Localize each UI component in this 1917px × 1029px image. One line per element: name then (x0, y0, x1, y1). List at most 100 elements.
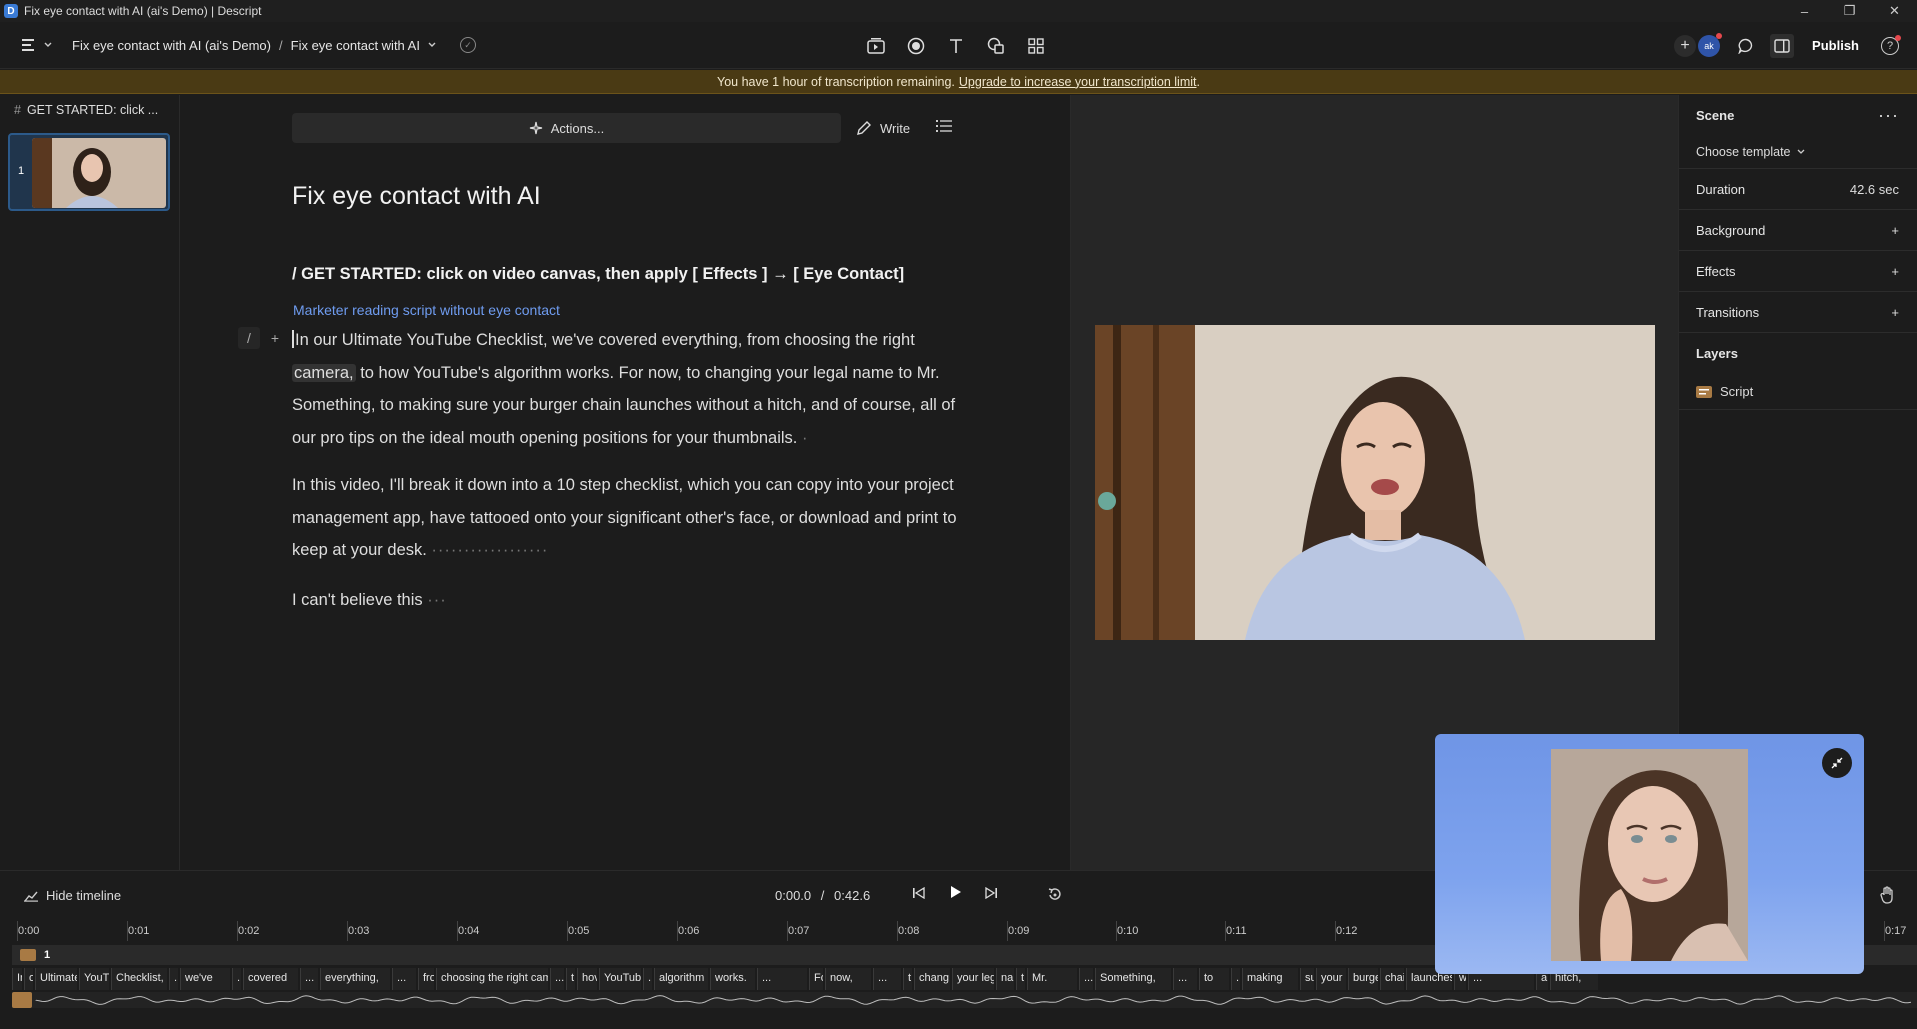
maximize-button[interactable]: ❐ (1827, 0, 1872, 22)
timeline-word[interactable]: burge (1348, 968, 1378, 990)
timeline-word[interactable]: everything, (320, 968, 390, 990)
timeline-word[interactable]: .. (169, 968, 178, 990)
transcript-text[interactable]: I can't believe this (292, 591, 423, 609)
timeline-word[interactable]: we've (180, 968, 230, 990)
word[interactable]: In (295, 331, 309, 349)
more-options-icon[interactable]: ··· (1878, 105, 1899, 126)
chevron-down-icon[interactable] (428, 42, 436, 48)
transcript-paragraph[interactable]: I can't believe this ··· (292, 584, 972, 617)
background-row[interactable]: Background + (1679, 210, 1917, 251)
timeline-word[interactable]: ... (1173, 968, 1197, 990)
timeline-word[interactable]: ... (300, 968, 318, 990)
text-tool-icon[interactable] (946, 36, 966, 56)
timeline-word[interactable]: Ultimate (35, 968, 77, 990)
gap-marker[interactable]: ·················· (431, 541, 548, 559)
timeline-word[interactable]: now, (825, 968, 871, 990)
duration-value[interactable]: 42.6 sec (1850, 182, 1899, 197)
document-title[interactable]: Fix eye contact with AI (292, 182, 541, 211)
skip-back-icon[interactable] (912, 886, 926, 902)
timeline-word[interactable]: chang (914, 968, 950, 990)
transcript-text[interactable]: In this video, I'll break it down into a… (292, 476, 957, 559)
layer-script[interactable]: Script (1679, 374, 1917, 410)
timeline-word[interactable]: YouTube' (599, 968, 641, 990)
skip-forward-icon[interactable] (984, 886, 998, 902)
timeline-word[interactable]: In (12, 968, 22, 990)
avatar[interactable]: ak (1698, 32, 1723, 57)
timeline-word[interactable]: nan (996, 968, 1014, 990)
timeline-word[interactable]: to (1199, 968, 1229, 990)
add-effect-icon[interactable]: + (1891, 264, 1899, 279)
gap-marker[interactable]: · (802, 429, 809, 447)
timeline-word[interactable]: Fo (809, 968, 823, 990)
timeline-word[interactable]: fro (418, 968, 434, 990)
collapse-icon[interactable] (1822, 748, 1852, 778)
transitions-row[interactable]: Transitions + (1679, 292, 1917, 333)
duration-row[interactable]: Duration 42.6 sec (1679, 169, 1917, 210)
timeline-word[interactable]: ... (392, 968, 416, 990)
timeline-word[interactable]: .. (643, 968, 652, 990)
add-plus-icon[interactable]: + (264, 327, 286, 349)
choose-template-dropdown[interactable]: Choose template (1679, 135, 1917, 169)
scene-thumbnail[interactable]: 1 (8, 133, 170, 211)
slash-command-button[interactable]: / (238, 327, 260, 349)
timeline-word[interactable]: t (903, 968, 912, 990)
timeline-word[interactable]: YouTu (79, 968, 109, 990)
media-library-icon[interactable] (866, 36, 886, 56)
timeline-word[interactable]: covered (243, 968, 298, 990)
timeline-word[interactable]: your (1316, 968, 1346, 990)
record-icon[interactable] (906, 36, 926, 56)
timeline-word[interactable]: chai (1380, 968, 1404, 990)
breadcrumb-project[interactable]: Fix eye contact with AI (ai's Demo) (72, 38, 271, 53)
hand-tool-icon[interactable] (1880, 886, 1896, 908)
timeline-word[interactable]: algorithm (654, 968, 708, 990)
close-button[interactable]: ✕ (1872, 0, 1917, 22)
hide-timeline-button[interactable]: Hide timeline (24, 888, 121, 903)
help-icon[interactable]: ? (1881, 34, 1901, 55)
timeline-word[interactable]: t (566, 968, 575, 990)
video-frame[interactable] (1095, 325, 1655, 640)
audio-waveform[interactable] (12, 992, 1917, 1008)
timeline-word[interactable]: making (1242, 968, 1298, 990)
scene-heading-text[interactable]: / GET STARTED: click on video canvas, th… (292, 265, 904, 284)
elements-grid-icon[interactable] (1026, 36, 1046, 56)
minimize-button[interactable]: – (1782, 0, 1827, 22)
timeline-word[interactable]: t (1016, 968, 1025, 990)
write-button[interactable]: Write (856, 113, 910, 143)
timeline-word[interactable]: Checklist, (111, 968, 167, 990)
timeline-word[interactable]: .. (1231, 968, 1240, 990)
timeline-word[interactable]: .. (232, 968, 241, 990)
main-menu-button[interactable] (22, 38, 52, 52)
transcript-text[interactable]: to how YouTube's algorithm works. For no… (292, 364, 955, 447)
timeline-word[interactable]: ... (550, 968, 564, 990)
scene-heading[interactable]: # GET STARTED: click ... (14, 103, 179, 117)
play-icon[interactable] (948, 885, 962, 902)
upgrade-link[interactable]: Upgrade to increase your transcription l… (959, 75, 1197, 89)
add-background-icon[interactable]: + (1891, 223, 1899, 238)
comments-icon[interactable] (1736, 36, 1756, 56)
timeline-word[interactable]: su (1300, 968, 1314, 990)
gap-marker[interactable]: ··· (427, 591, 446, 609)
timeline-word[interactable]: ... (873, 968, 901, 990)
loop-icon[interactable] (1047, 886, 1063, 906)
panel-toggle-icon[interactable] (1770, 33, 1795, 58)
highlighted-word[interactable]: camera, (292, 363, 356, 382)
timeline-word[interactable]: works. (710, 968, 755, 990)
timeline-word[interactable]: o (24, 968, 33, 990)
transcript-paragraph[interactable]: In our Ultimate YouTube Checklist, we've… (292, 324, 972, 454)
timeline-word[interactable]: Mr. (1027, 968, 1077, 990)
invite-plus-icon[interactable]: + (1674, 34, 1697, 57)
speaker-label[interactable]: Marketer reading script without eye cont… (293, 302, 560, 318)
floating-preview-window[interactable] (1435, 734, 1864, 974)
outline-list-icon[interactable] (936, 119, 952, 138)
shapes-icon[interactable] (986, 36, 1006, 56)
timeline-word[interactable]: Something, (1095, 968, 1171, 990)
actions-button[interactable]: Actions... (292, 113, 841, 143)
timeline-word[interactable]: hov (577, 968, 597, 990)
transcript-paragraph[interactable]: In this video, I'll break it down into a… (292, 469, 972, 567)
breadcrumb-composition[interactable]: Fix eye contact with AI (291, 38, 420, 53)
timeline-word[interactable]: ... (1079, 968, 1093, 990)
transcript-text[interactable]: our Ultimate YouTube Checklist, we've co… (309, 331, 914, 349)
timeline-word[interactable]: ... (757, 968, 807, 990)
publish-button[interactable]: Publish (1812, 38, 1859, 53)
timeline-word[interactable]: choosing the right came (436, 968, 548, 990)
